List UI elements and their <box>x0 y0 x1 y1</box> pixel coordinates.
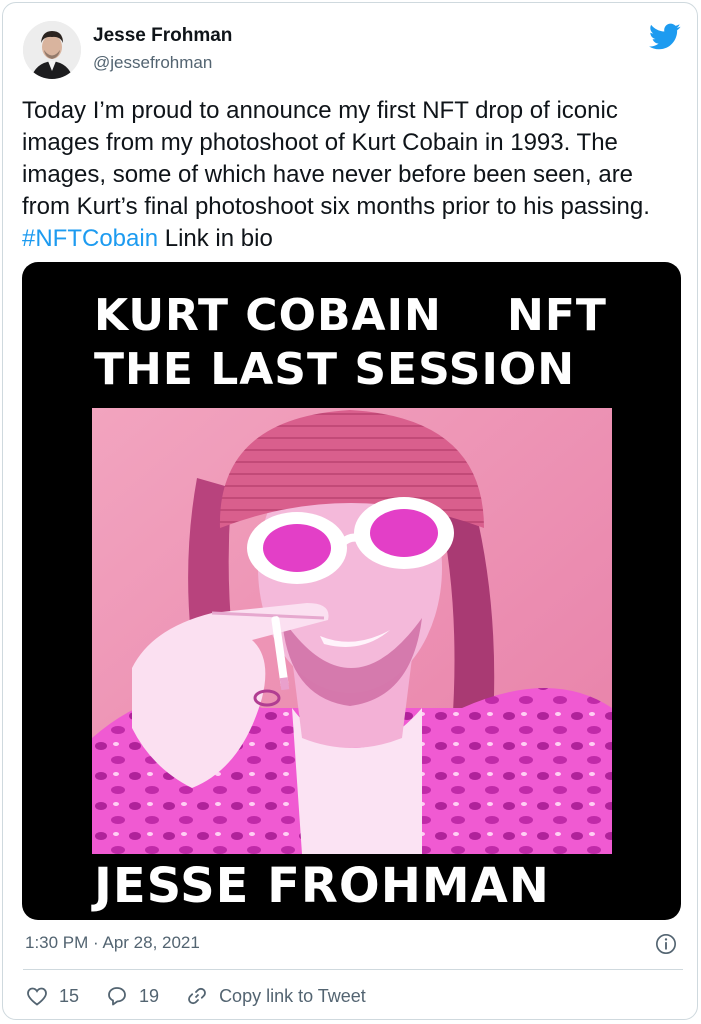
like-count: 15 <box>59 985 80 1006</box>
reply-icon <box>108 987 126 1006</box>
like-button[interactable]: 15 <box>25 984 79 1008</box>
reply-button[interactable]: 19 <box>105 984 159 1008</box>
tweet-text: Today I’m proud to announce my first NFT… <box>22 95 687 255</box>
copy-link-label: Copy link to Tweet <box>219 985 366 1006</box>
twitter-bird-icon[interactable] <box>649 23 681 51</box>
divider <box>23 969 683 970</box>
poster-title-line1: KURT COBAIN NFT <box>94 290 607 341</box>
info-icon[interactable] <box>655 933 677 955</box>
author-name[interactable]: Jesse Frohman <box>93 25 232 47</box>
portrait-photo <box>92 408 612 854</box>
tweet-card: Jesse Frohman @jessefrohman Today I’m pr… <box>2 2 698 1020</box>
tweet-timestamp[interactable]: 1:30 PM · Apr 28, 2021 <box>25 933 200 953</box>
author-avatar[interactable] <box>23 21 81 79</box>
reply-count: 19 <box>139 985 160 1006</box>
poster-credit: JESSE FROHMAN <box>94 858 550 914</box>
tweet-media-image[interactable]: KURT COBAIN NFT THE LAST SESSION JESSE F… <box>22 262 681 920</box>
poster-title-line2: THE LAST SESSION <box>94 344 576 395</box>
hashtag-link[interactable]: #NFTCobain <box>22 225 158 252</box>
copy-link-button[interactable]: Copy link to Tweet <box>185 984 366 1008</box>
heart-icon <box>27 987 47 1006</box>
link-icon <box>188 987 206 1005</box>
tweet-text-main: Today I’m proud to announce my first NFT… <box>22 97 650 220</box>
author-handle[interactable]: @jessefrohman <box>93 53 212 73</box>
tweet-text-tail: Link in bio <box>158 225 273 252</box>
tweet-actions: 15 19 Copy link to Tweet <box>25 983 392 1009</box>
